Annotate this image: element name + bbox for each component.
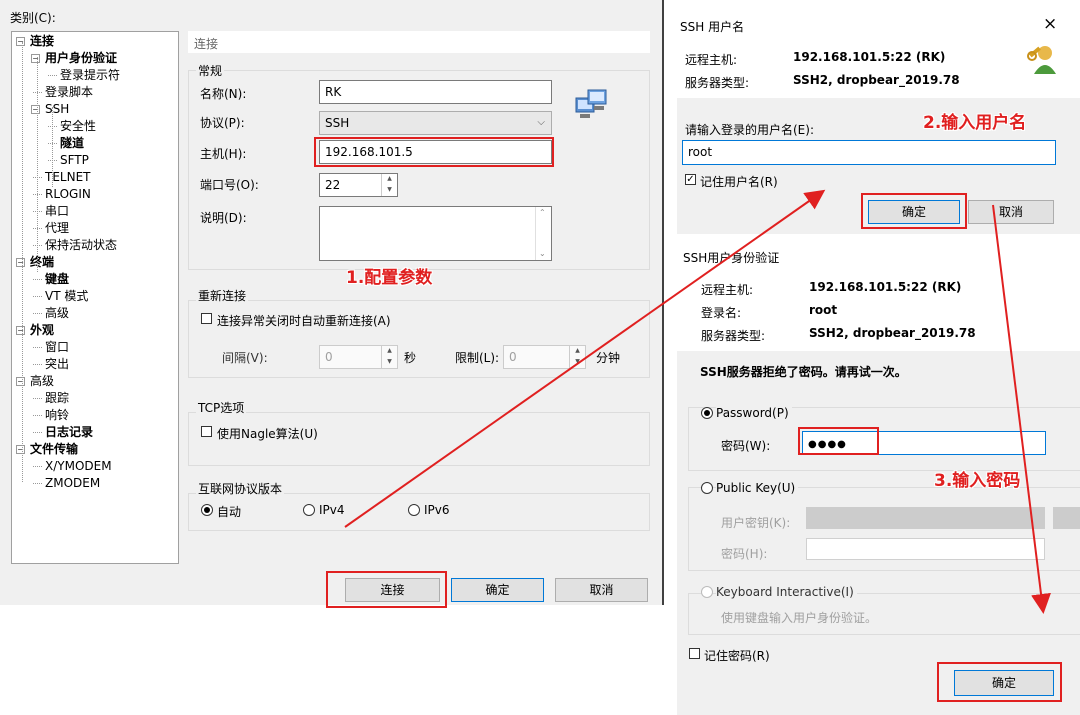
arrow-username-to-password <box>992 204 1051 614</box>
step1-annotation: 1.配置参数 <box>346 268 433 288</box>
annotation-arrows <box>344 189 1051 614</box>
step2-annotation: 2.输入用户名 <box>923 113 1027 133</box>
arrow-connect-to-username <box>344 189 826 528</box>
step3-annotation: 3.输入密码 <box>934 471 1021 491</box>
